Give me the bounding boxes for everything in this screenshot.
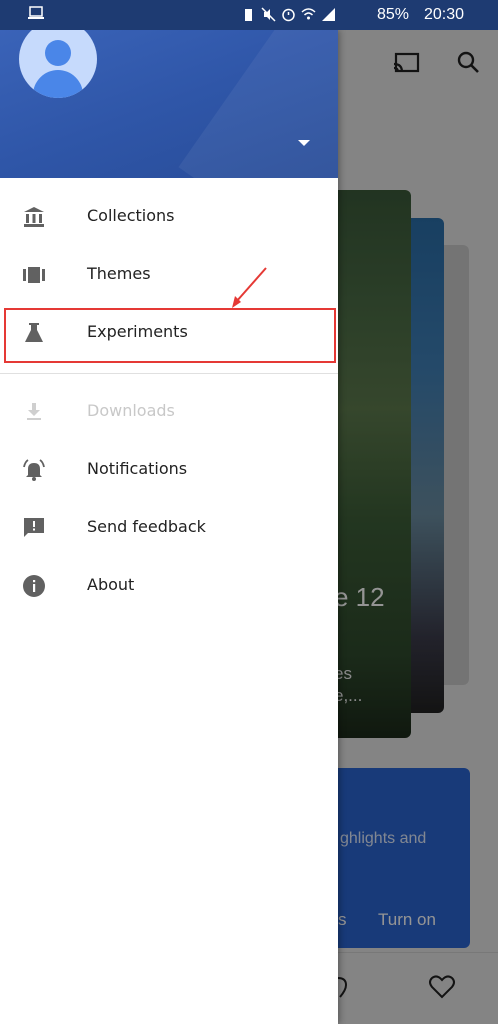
menu-divider	[0, 373, 338, 374]
status-icons	[241, 7, 336, 22]
menu-item-label: Notifications	[87, 459, 188, 478]
info-icon	[23, 575, 45, 597]
clock: 20:30	[424, 6, 465, 23]
feedback-icon	[24, 518, 44, 537]
wifi-icon	[301, 7, 316, 22]
menu-item-label: Collections	[87, 206, 175, 225]
menu-item-notifications[interactable]: Notifications	[0, 441, 338, 499]
menu-item-label: Themes	[87, 264, 151, 283]
chevron-down-icon[interactable]	[298, 140, 310, 146]
navigation-drawer: Collections Themes Experiments Downloads…	[0, 30, 338, 1024]
avatar[interactable]	[19, 30, 97, 98]
menu-item-downloads: Downloads	[0, 383, 338, 441]
menu-item-label: Downloads	[87, 401, 175, 420]
menu-item-about[interactable]: About	[0, 557, 338, 615]
laptop-icon	[28, 6, 44, 19]
status-bar: 85% 20:30	[0, 0, 498, 30]
battery-saver-icon	[241, 7, 256, 22]
menu-item-themes[interactable]: Themes	[0, 246, 338, 304]
signal-icon	[321, 7, 336, 22]
menu-item-send-feedback[interactable]: Send feedback	[0, 499, 338, 557]
notifications-icon	[23, 459, 45, 481]
battery-level: 85%	[377, 6, 410, 23]
menu-item-collections[interactable]: Collections	[0, 188, 338, 246]
alarm-icon	[281, 7, 296, 22]
avatar-body	[33, 70, 83, 98]
header-decoration	[178, 30, 338, 178]
download-icon	[27, 403, 41, 420]
highlight-box	[4, 308, 336, 363]
menu-item-label: Send feedback	[87, 517, 206, 536]
drawer-header	[0, 30, 338, 178]
avatar-head	[45, 40, 71, 66]
themes-icon	[23, 267, 45, 283]
drawer-scrim[interactable]	[338, 30, 498, 1024]
collections-icon	[24, 207, 44, 227]
annotation-arrow-icon	[232, 267, 267, 308]
menu-item-label: About	[87, 575, 135, 594]
mute-icon	[261, 7, 276, 22]
